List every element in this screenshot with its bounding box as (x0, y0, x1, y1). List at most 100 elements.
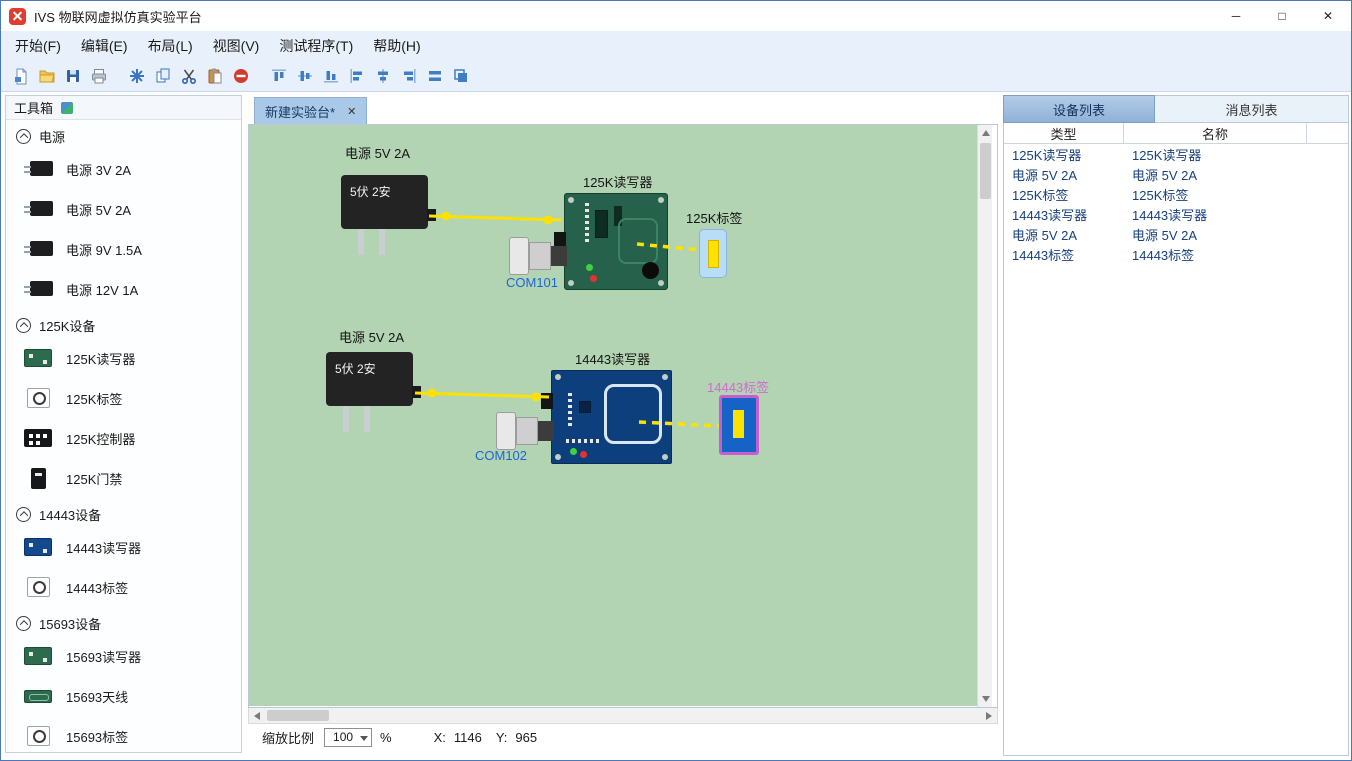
zoom-select[interactable]: 100 (324, 728, 372, 747)
app-window: { "colors": { "canvas_bg": "#b3d4b3", "c… (0, 0, 1352, 761)
align-top-icon[interactable] (269, 66, 289, 86)
collapse-icon[interactable] (16, 616, 31, 631)
right-panel: 设备列表 消息列表 类型 名称 125K读写器 125K读写器 电源 5V 2A… (1003, 95, 1349, 756)
toolbox-item-14443-reader[interactable]: 14443读写器 (6, 527, 241, 567)
tools-icon[interactable] (127, 66, 147, 86)
power-adapter-icon (22, 198, 54, 220)
collapse-icon[interactable] (16, 318, 31, 333)
device-14443-reader[interactable] (551, 370, 672, 464)
menu-edit[interactable]: 编辑(E) (71, 31, 138, 61)
menu-layout[interactable]: 布局(L) (138, 31, 203, 61)
minimize-button[interactable]: ─ (1213, 1, 1259, 31)
canvas-label-14443-reader: 14443读写器 (575, 349, 650, 368)
toolbox-item-15693-tag[interactable]: 15693标签 (6, 716, 241, 753)
canvas-label-125k-reader: 125K读写器 (583, 172, 652, 191)
led-green (570, 448, 577, 455)
toolbox-panel: 工具箱 电源 电源 3V 2A 电源 5V 2A 电源 9V 1.5A 电源 1… (5, 95, 242, 753)
cut-icon[interactable] (179, 66, 199, 86)
toolbox-item-125k-reader[interactable]: 125K读写器 (6, 338, 241, 378)
com-connector-2[interactable] (496, 412, 554, 450)
screw (555, 454, 561, 460)
toolbox-item-125k-tag[interactable]: 125K标签 (6, 378, 241, 418)
horizontal-scrollbar-thumb[interactable] (267, 710, 329, 721)
canvas-label-125k-tag: 125K标签 (686, 208, 742, 227)
toolbox-section-125k[interactable]: 125K设备 (6, 312, 241, 338)
close-button[interactable]: ✕ (1305, 1, 1351, 31)
pin-header (568, 393, 572, 427)
menu-help[interactable]: 帮助(H) (363, 31, 430, 61)
align-center-icon[interactable] (373, 66, 393, 86)
scroll-left-icon[interactable] (254, 712, 260, 720)
table-row[interactable]: 14443读写器 14443读写器 (1004, 204, 1348, 224)
same-size-icon[interactable] (451, 66, 471, 86)
toolbox-item-125k-controller[interactable]: 125K控制器 (6, 418, 241, 458)
table-row[interactable]: 14443标签 14443标签 (1004, 244, 1348, 264)
scroll-down-icon[interactable] (982, 696, 990, 702)
toolbox-item-power-12v[interactable]: 电源 12V 1A (6, 269, 241, 309)
menu-view[interactable]: 视图(V) (203, 31, 270, 61)
same-width-icon[interactable] (425, 66, 445, 86)
wire-dot (428, 389, 437, 398)
tab-new-workbench[interactable]: 新建实验台* ✕ (254, 97, 367, 124)
tab-device-list[interactable]: 设备列表 (1003, 95, 1155, 123)
adapter-body: 5伏 2安 (326, 352, 413, 406)
antenna-icon (22, 690, 54, 703)
com-connector-1[interactable] (509, 237, 567, 275)
collapse-icon[interactable] (16, 507, 31, 522)
table-row[interactable]: 125K读写器 125K读写器 (1004, 144, 1348, 164)
pcb-green-icon (22, 647, 54, 665)
toolbox-item-125k-door[interactable]: 125K门禁 (6, 458, 241, 498)
menu-test-program[interactable]: 测试程序(T) (269, 31, 363, 61)
toolbox-item-14443-tag[interactable]: 14443标签 (6, 567, 241, 607)
column-header-name[interactable]: 名称 (1124, 123, 1307, 143)
toolbox-item-power-3v[interactable]: 电源 3V 2A (6, 149, 241, 189)
toolbox-section-14443[interactable]: 14443设备 (6, 501, 241, 527)
device-125k-reader[interactable] (564, 193, 668, 290)
screw (568, 280, 574, 286)
menu-start[interactable]: 开始(F) (5, 31, 71, 61)
print-icon[interactable] (89, 66, 109, 86)
collapse-icon[interactable] (16, 129, 31, 144)
device-power-adapter-2[interactable]: 5伏 2安 (326, 352, 413, 434)
vertical-scrollbar-thumb[interactable] (980, 143, 991, 199)
save-icon[interactable] (63, 66, 83, 86)
tab-message-list[interactable]: 消息列表 (1155, 95, 1349, 123)
table-row[interactable]: 电源 5V 2A 电源 5V 2A (1004, 164, 1348, 184)
device-125k-tag[interactable] (699, 229, 727, 278)
align-right-icon[interactable] (399, 66, 419, 86)
serial-face (496, 412, 516, 450)
wire-dot (544, 216, 553, 225)
device-power-adapter-1[interactable]: 5伏 2安 (341, 175, 428, 257)
new-file-icon[interactable] (11, 66, 31, 86)
toolbox-item-15693-antenna[interactable]: 15693天线 (6, 676, 241, 716)
vertical-scrollbar[interactable] (977, 125, 992, 707)
horizontal-scrollbar[interactable] (248, 708, 998, 724)
scroll-right-icon[interactable] (986, 712, 992, 720)
toolbox-title: 工具箱 (14, 98, 53, 117)
toolbox-item-15693-reader[interactable]: 15693读写器 (6, 636, 241, 676)
x-value: 1146 (454, 730, 482, 745)
led-green (586, 264, 593, 271)
align-middle-icon[interactable] (295, 66, 315, 86)
align-left-icon[interactable] (347, 66, 367, 86)
disable-icon[interactable] (231, 66, 251, 86)
column-header-type[interactable]: 类型 (1004, 123, 1124, 143)
copy-icon[interactable] (153, 66, 173, 86)
maximize-button[interactable]: □ (1259, 1, 1305, 31)
toolbox-item-power-9v[interactable]: 电源 9V 1.5A (6, 229, 241, 269)
scroll-up-icon[interactable] (982, 130, 990, 136)
toolbox-section-15693[interactable]: 15693设备 (6, 610, 241, 636)
chevron-down-icon[interactable] (360, 736, 368, 741)
open-folder-icon[interactable] (37, 66, 57, 86)
design-canvas[interactable]: 电源 5V 2A 125K读写器 125K标签 COM101 电源 5V 2A … (249, 125, 977, 706)
toolbox-section-power[interactable]: 电源 (6, 123, 241, 149)
toolbox-item-power-5v[interactable]: 电源 5V 2A (6, 189, 241, 229)
align-bottom-icon[interactable] (321, 66, 341, 86)
table-row[interactable]: 电源 5V 2A 电源 5V 2A (1004, 224, 1348, 244)
tab-close-icon[interactable]: ✕ (347, 105, 356, 118)
paste-icon[interactable] (205, 66, 225, 86)
device-14443-tag[interactable] (719, 395, 759, 455)
device-table: 类型 名称 125K读写器 125K读写器 电源 5V 2A 电源 5V 2A … (1003, 123, 1349, 756)
tag-card-icon (22, 726, 54, 746)
table-row[interactable]: 125K标签 125K标签 (1004, 184, 1348, 204)
